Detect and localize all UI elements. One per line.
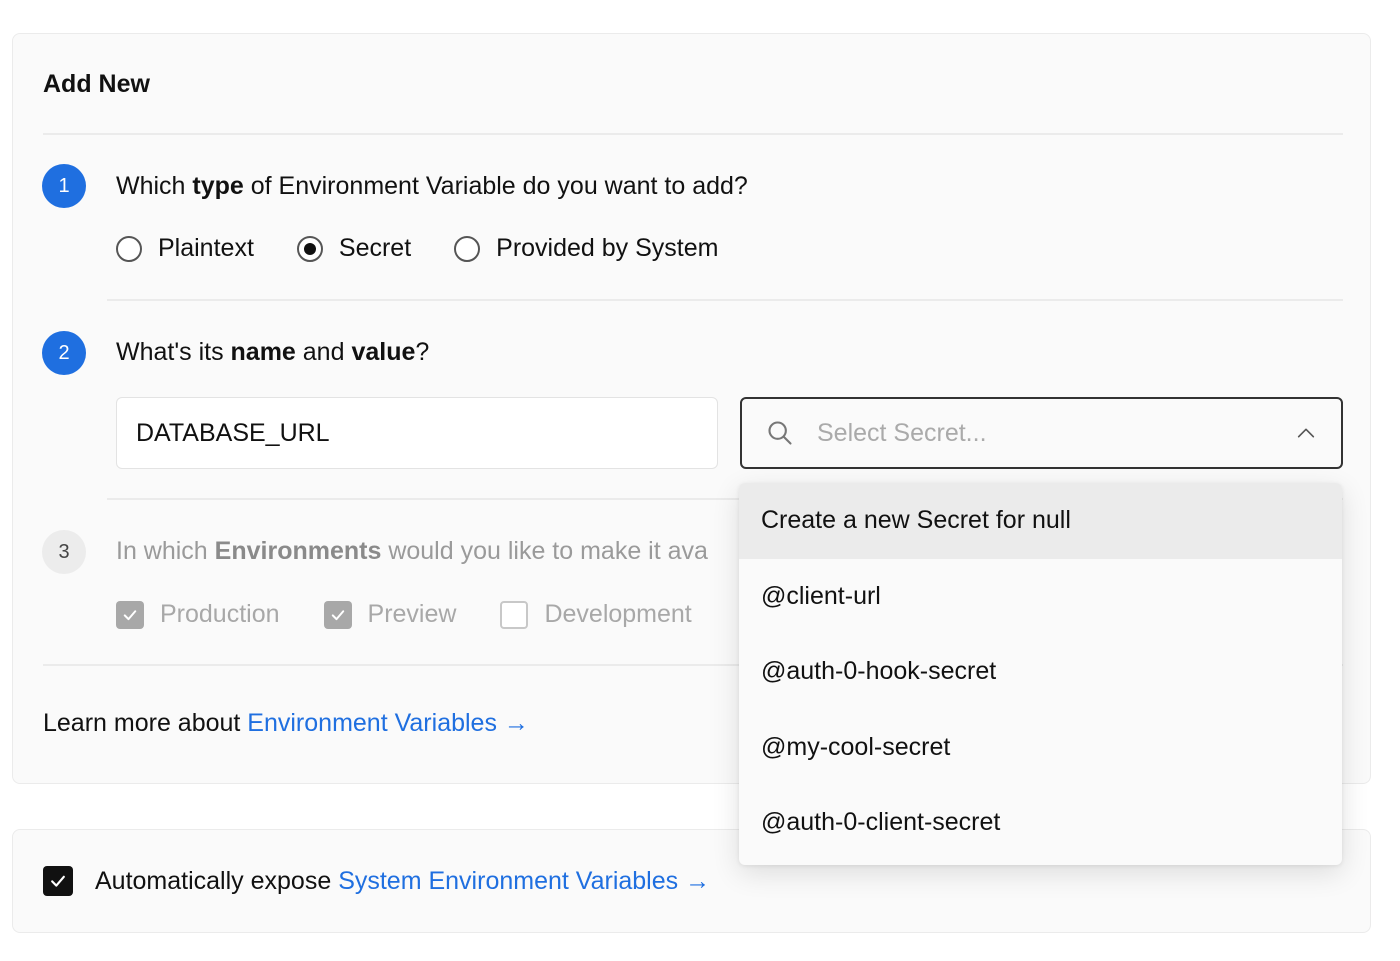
radio-label: Secret <box>338 234 412 262</box>
expose-checkbox[interactable] <box>43 866 73 896</box>
environment-variables-link[interactable]: Environment Variables → <box>247 709 529 737</box>
radio-circle[interactable] <box>454 235 481 262</box>
step-1-question: Which type of Environment Variable do yo… <box>116 172 748 200</box>
checkbox-production[interactable]: Production <box>116 600 280 629</box>
radio-circle-selected[interactable] <box>296 235 323 262</box>
step-3-badge: 3 <box>42 530 86 574</box>
system-environment-variables-link[interactable]: System Environment Variables → <box>338 867 710 895</box>
select-secret-placeholder: Select Secret... <box>817 418 987 447</box>
variable-name-input[interactable] <box>116 397 718 469</box>
divider <box>107 299 1343 301</box>
step-2-question: What's its name and value? <box>116 338 430 366</box>
step-3-question: In which Environments would you like to … <box>116 537 708 565</box>
radio-secret[interactable]: Secret <box>296 234 412 263</box>
checkmark-icon[interactable] <box>323 600 352 629</box>
radio-plaintext[interactable]: Plaintext <box>116 234 254 263</box>
step-1-badge: 1 <box>42 164 86 208</box>
checkmark-icon <box>51 875 65 887</box>
environments-checkbox-group: Production Preview Development <box>116 600 736 629</box>
secret-option[interactable]: @my-cool-secret <box>739 710 1342 786</box>
checkbox-label: Development <box>544 600 692 628</box>
checkmark-icon[interactable] <box>116 600 144 629</box>
secret-option[interactable]: @auth-0-client-secret <box>739 785 1342 861</box>
checkbox-label: Production <box>160 600 280 628</box>
checkbox-preview[interactable]: Preview <box>323 600 457 629</box>
empty-checkbox[interactable] <box>500 600 529 629</box>
radio-label: Plaintext <box>158 234 254 262</box>
create-new-secret-option[interactable]: Create a new Secret for null <box>739 483 1342 559</box>
checkbox-label: Preview <box>367 600 457 628</box>
expose-system-vars-row: Automatically expose System Environment … <box>43 866 710 896</box>
learn-more-text: Learn more about Environment Variables → <box>43 709 529 737</box>
radio-circle[interactable] <box>116 235 142 262</box>
expose-label: Automatically expose System Environment … <box>95 866 711 895</box>
variable-type-radio-group: Plaintext Secret Provided by System <box>116 234 761 263</box>
secret-dropdown-menu: Create a new Secret for null @client-url… <box>739 483 1342 865</box>
checkbox-development[interactable]: Development <box>500 600 692 629</box>
radio-label: Provided by System <box>496 234 719 262</box>
card-title: Add New <box>43 70 150 98</box>
step-2-badge: 2 <box>42 331 86 375</box>
secret-option[interactable]: @auth-0-hook-secret <box>739 634 1342 710</box>
chevron-up-icon[interactable] <box>1295 422 1317 444</box>
divider <box>43 133 1343 135</box>
select-secret-combobox[interactable]: Select Secret... <box>740 397 1343 469</box>
search-icon <box>768 421 792 445</box>
secret-option[interactable]: @client-url <box>739 559 1342 635</box>
radio-provided-by-system[interactable]: Provided by System <box>454 234 718 263</box>
